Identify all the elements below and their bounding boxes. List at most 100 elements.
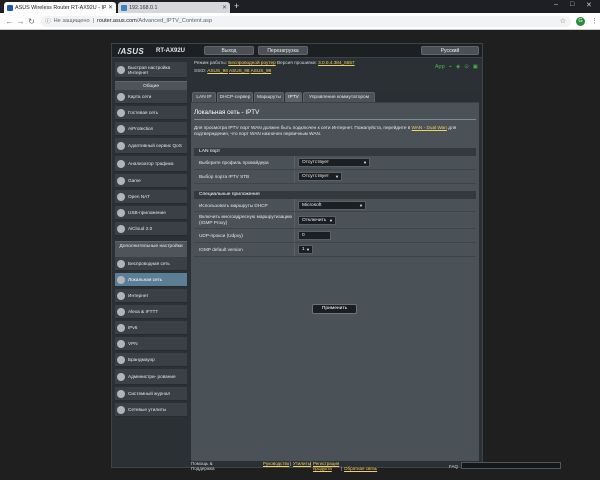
chrome-menu-icon[interactable]: ⋮ xyxy=(591,17,598,25)
ssid-link[interactable]: ASUS_98 xyxy=(251,68,272,73)
sidebar-item-label: Адаптивный сервис QoS xyxy=(128,143,182,148)
tab-switch-control[interactable]: Управление коммутатором xyxy=(303,92,375,102)
ipv6-icon xyxy=(117,323,125,332)
faq-label: FAQ xyxy=(449,464,459,469)
fw-link[interactable]: 3.0.0.4.384_6557 xyxy=(318,60,355,65)
url-path: /Advanced_IPTV_Content.asp xyxy=(136,18,213,24)
utility-link[interactable]: Утилиты xyxy=(293,461,311,467)
ssid-link[interactable]: ASUS_98 xyxy=(229,68,250,73)
form-row: IGMP default version 1 ▼ xyxy=(194,243,476,257)
vpn-icon xyxy=(117,339,125,348)
sidebar-item-guest[interactable]: Гостевая сеть xyxy=(115,106,187,120)
page-description: Для просмотра IPTV порт WAN должен быть … xyxy=(194,125,476,137)
igmp-version-select[interactable]: 1 ▼ xyxy=(298,245,313,254)
sidebar-item-lan[interactable]: Локальная сеть xyxy=(115,273,187,287)
address-bar[interactable]: ⓘ Не защищено | router.asus.com/Advanced… xyxy=(41,15,571,27)
lan-icon xyxy=(117,275,125,284)
divider xyxy=(294,229,295,242)
sidebar-item-qos[interactable]: Адаптивный сервис QoS xyxy=(115,138,187,154)
divider xyxy=(294,170,295,183)
logout-button[interactable]: Выход xyxy=(204,46,254,55)
status-icons: App ⌁ ◈ ⊙ ▣ xyxy=(435,64,478,70)
sidebar-item-firewall[interactable]: Брандмауэр xyxy=(115,353,187,367)
close-tab-icon[interactable]: ✕ xyxy=(108,4,113,11)
app-status[interactable]: App xyxy=(435,64,445,70)
dropdown-arrow-icon: ▼ xyxy=(335,174,339,179)
sidebar-item-network-map[interactable]: Карта сети xyxy=(115,90,187,104)
footer: Помощь & Поддержка Руководство | Утилиты… xyxy=(191,461,561,472)
sidebar-item-game[interactable]: Game xyxy=(115,174,187,188)
maximize-icon[interactable]: □ xyxy=(570,1,574,8)
sidebar-item-label: VPN xyxy=(128,341,138,346)
firewall-icon xyxy=(117,355,125,364)
new-tab-icon[interactable]: + xyxy=(234,2,239,11)
dual-wan-link[interactable]: WAN - Dual Wan xyxy=(412,125,447,130)
separator: | xyxy=(92,18,95,24)
form-label: Включить многоадресную маршрутизацию (IG… xyxy=(199,214,293,225)
igmp-proxy-select[interactable]: Отключить ▼ xyxy=(298,216,336,225)
sidebar-item-ipv6[interactable]: IPv6 xyxy=(115,321,187,335)
fw-label: Версия прошивки: xyxy=(277,60,317,65)
sidebar-item-admin[interactable]: Администри- рование xyxy=(115,369,187,385)
reboot-button[interactable]: Перезагрузка xyxy=(258,46,308,55)
sidebar-item-internet[interactable]: Интернет xyxy=(115,289,187,303)
info-icon[interactable]: ⓘ xyxy=(45,17,51,25)
sidebar-item-syslog[interactable]: Системный журнал xyxy=(115,387,187,401)
forward-icon[interactable]: → xyxy=(15,17,26,26)
network-status-icon[interactable]: ◈ xyxy=(456,64,460,70)
close-tab-icon[interactable]: ✕ xyxy=(222,4,227,11)
sidebar-item-usb[interactable]: USB-приложение xyxy=(115,206,187,220)
tab-iptv[interactable]: IPTV xyxy=(285,92,302,102)
usb-icon xyxy=(117,208,125,217)
manual-link[interactable]: Руководство xyxy=(263,461,289,467)
router-model: RT-AX92U xyxy=(156,48,186,54)
sidebar-item-label: Гостевая сеть xyxy=(128,110,159,115)
back-icon[interactable]: ← xyxy=(4,17,15,26)
close-window-icon[interactable]: ✕ xyxy=(586,1,592,9)
dropdown-arrow-icon: ▼ xyxy=(329,218,333,223)
ssid-link[interactable]: ASUS_98 xyxy=(207,68,228,73)
mode-link[interactable]: Беспроводной роутер xyxy=(228,60,275,65)
link-status-icon[interactable]: ▣ xyxy=(473,64,478,70)
dropdown-arrow-icon: ▼ xyxy=(359,203,363,208)
dhcp-routes-select[interactable]: Microsoft ▼ xyxy=(298,201,366,210)
tab-lan-ip[interactable]: LAN IP xyxy=(192,92,216,102)
sidebar-item-label: Alexa & IFTTT xyxy=(128,309,159,314)
form-row: Выберите профиль провайдера Отсутствует ▼ xyxy=(194,156,476,170)
nat-icon xyxy=(117,192,125,201)
profile-avatar[interactable]: G xyxy=(576,16,585,26)
sidebar-item-tools[interactable]: Сетевые утилиты xyxy=(115,403,187,417)
language-select[interactable]: Русский xyxy=(421,46,479,55)
faq-search-input[interactable] xyxy=(461,462,561,469)
wan-status-icon[interactable]: ⌁ xyxy=(449,64,452,70)
udpxy-port-input[interactable]: 0 xyxy=(298,231,331,240)
divider xyxy=(294,156,295,169)
security-warning: Не защищено xyxy=(53,18,90,24)
usb-status-icon[interactable]: ⊙ xyxy=(464,64,469,70)
sidebar-item-aicloud[interactable]: AiCloud 2.0 xyxy=(115,222,187,236)
minimize-icon[interactable]: – xyxy=(554,1,558,8)
qos-icon xyxy=(117,141,125,150)
sidebar-item-open-nat[interactable]: Open NAT xyxy=(115,190,187,204)
sidebar-header-general: Общие xyxy=(115,81,187,90)
sidebar-item-alexa[interactable]: Alexa & IFTTT xyxy=(115,305,187,319)
sidebar-item-aiprotection[interactable]: AiProtection xyxy=(115,122,187,136)
sidebar-item-wireless[interactable]: Беспроводная сеть xyxy=(115,257,187,271)
feedback-link[interactable]: Обратная связь xyxy=(344,466,377,472)
sidebar-item-quick-setup[interactable]: Быстрая настройка Интернет xyxy=(115,62,187,78)
iptv-stb-port-select[interactable]: Отсутствует ▼ xyxy=(298,172,342,181)
sidebar-item-label: AiCloud 2.0 xyxy=(128,226,153,231)
browser-tab-ip[interactable]: 192.168.0.1 ✕ xyxy=(118,2,230,13)
apply-button[interactable]: Применить xyxy=(312,304,357,314)
bookmark-star-icon[interactable]: ☆ xyxy=(560,17,566,25)
dropdown-arrow-icon: ▼ xyxy=(306,247,310,252)
wizard-icon xyxy=(117,65,125,74)
tab-routes[interactable]: Маршруты xyxy=(254,92,284,102)
isp-profile-select[interactable]: Отсутствует ▼ xyxy=(298,158,370,167)
sidebar-item-traffic[interactable]: Анализатор трафика xyxy=(115,156,187,172)
sidebar-item-vpn[interactable]: VPN xyxy=(115,337,187,351)
reload-icon[interactable]: ↻ xyxy=(26,17,37,26)
browser-tab-router[interactable]: ASUS Wireless Router RT-AX92U - IPTV ✕ xyxy=(4,2,116,13)
separator: | xyxy=(290,461,292,466)
tab-dhcp[interactable]: DHCP-сервер xyxy=(217,92,253,102)
